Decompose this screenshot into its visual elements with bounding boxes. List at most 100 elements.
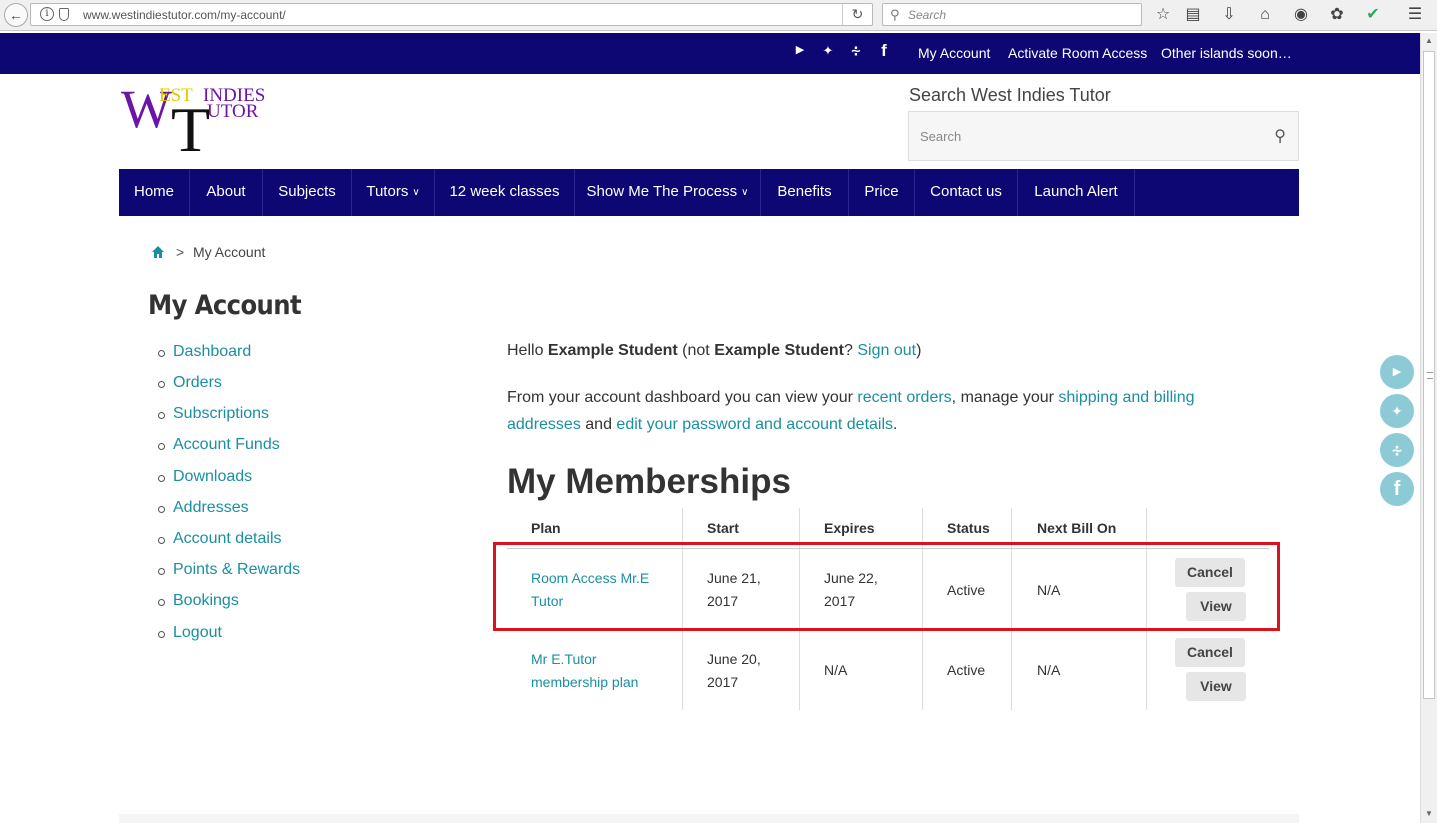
bullet (158, 568, 165, 575)
shield-icon[interactable] (59, 8, 69, 21)
plan-link-line2[interactable]: membership plan (531, 674, 638, 690)
bullet (158, 350, 165, 357)
user-name-alt: Example Student (714, 342, 844, 359)
intro-text: . (893, 416, 898, 433)
reading-list-icon[interactable]: ▤ (1182, 4, 1204, 26)
twitter-icon[interactable]: ✦ (819, 43, 837, 59)
nav-tutors[interactable]: Tutors ∨ (352, 169, 435, 216)
sidebar-link[interactable]: Bookings (173, 592, 239, 610)
nav-label: 12 week classes (449, 183, 560, 200)
site-logo[interactable]: W EST INDIES T UTOR (121, 82, 271, 162)
back-arrow-icon[interactable]: ← (4, 3, 28, 27)
pocket-icon[interactable]: ◉ (1290, 4, 1312, 26)
menu-icon[interactable]: ☰ (1404, 4, 1426, 26)
home-icon[interactable] (151, 245, 165, 259)
nav-label: Contact us (930, 183, 1002, 200)
sidebar-link[interactable]: Orders (173, 374, 222, 392)
nav-launch-alert[interactable]: Launch Alert (1018, 169, 1135, 216)
browser-search-box[interactable]: ⚲ Search (882, 3, 1142, 26)
start-line1: June 20, (707, 651, 761, 667)
sidebar-link[interactable]: Dashboard (173, 343, 251, 361)
breadcrumb-separator: > (176, 244, 185, 260)
scroll-down-icon[interactable]: ▼ (1421, 806, 1437, 822)
intro-text: , manage your (951, 389, 1059, 406)
bullet (158, 631, 165, 638)
view-button[interactable]: View (1186, 672, 1246, 701)
nav-label: Subjects (278, 183, 336, 200)
logo-letter-t: T (171, 94, 211, 165)
nav-label: Launch Alert (1034, 183, 1118, 200)
search-icon[interactable]: ⚲ (1274, 126, 1286, 146)
recent-orders-link[interactable]: recent orders (857, 389, 951, 406)
plan-link-line1[interactable]: Mr E.Tutor (531, 651, 597, 667)
nav-subjects[interactable]: Subjects (263, 169, 352, 216)
toplink-activate-room-access[interactable]: Activate Room Access (1008, 45, 1147, 61)
nav-benefits[interactable]: Benefits (761, 169, 849, 216)
sidebar-link[interactable]: Account details (173, 530, 282, 548)
nav-label: Home (133, 183, 174, 200)
column-header-expires: Expires (824, 520, 875, 536)
reload-icon[interactable]: ↻ (842, 4, 872, 25)
intro-text: and (580, 416, 617, 433)
bookmark-star-icon[interactable]: ☆ (1152, 4, 1174, 26)
bullet (158, 475, 165, 482)
expires-cell: N/A (824, 662, 848, 678)
facebook-icon[interactable]: f (1380, 472, 1414, 506)
site-search-input[interactable] (909, 112, 1259, 160)
sidebar-link[interactable]: Account Funds (173, 436, 280, 454)
main-nav: Home About Subjects Tutors ∨ 12 week clas… (119, 169, 1299, 216)
hello-not: (not (677, 342, 715, 359)
dashboard-intro: From your account dashboard you can view… (507, 384, 1227, 438)
column-header-next-bill: Next Bill On (1037, 520, 1117, 536)
sidebar-link[interactable]: Addresses (173, 499, 249, 517)
sidebar-link[interactable]: Points & Rewards (173, 561, 300, 579)
page-scrollbar[interactable]: ▲ ▼ (1420, 33, 1437, 823)
scroll-up-icon[interactable]: ▲ (1421, 33, 1437, 49)
nav-about[interactable]: About (190, 169, 263, 216)
plan-cell[interactable]: Mr E.Tutor membership plan (531, 648, 638, 694)
info-icon[interactable]: i (40, 7, 54, 21)
facebook-icon[interactable]: f (875, 41, 893, 61)
nav-home[interactable]: Home (119, 169, 190, 216)
twitter-icon[interactable]: ✦ (1380, 394, 1414, 428)
sidebar-link[interactable]: Subscriptions (173, 405, 269, 423)
bullet (158, 537, 165, 544)
hello-prefix: Hello (507, 342, 548, 359)
next-bill-cell: N/A (1037, 662, 1061, 678)
sidebar-link[interactable]: Logout (173, 624, 222, 642)
home-icon[interactable]: ⌂ (1254, 4, 1276, 26)
toplink-other-islands[interactable]: Other islands soon… (1161, 45, 1292, 61)
nav-label: Benefits (777, 183, 832, 200)
hello-question: ? (844, 342, 858, 359)
page-title: My Account (148, 290, 302, 321)
bullet (158, 443, 165, 450)
toplink-my-account[interactable]: My Account (918, 45, 990, 61)
intro-text: From your account dashboard you can view… (507, 389, 858, 406)
nav-price[interactable]: Price (849, 169, 915, 216)
extension-icon[interactable]: ✿ (1326, 4, 1348, 26)
search-title: Search West Indies Tutor (909, 85, 1111, 105)
scroll-thumb[interactable] (1423, 51, 1435, 699)
nav-label: Tutors (366, 183, 409, 200)
rss-icon[interactable]: ∻ (847, 43, 865, 59)
rss-icon[interactable]: ∻ (1380, 433, 1414, 467)
cancel-button[interactable]: Cancel (1175, 638, 1245, 667)
site-topbar: ▶ ✦ ∻ f My Account Activate Room Access … (0, 33, 1420, 74)
nav-contact-us[interactable]: Contact us (915, 169, 1018, 216)
sign-out-link[interactable]: Sign out (857, 342, 916, 359)
breadcrumb-current: My Account (193, 244, 266, 260)
nav-12-week-classes[interactable]: 12 week classes (435, 169, 575, 216)
column-header-status: Status (947, 520, 990, 536)
start-cell: June 20, 2017 (707, 648, 761, 694)
youtube-icon[interactable]: ▶ (791, 43, 809, 56)
browser-toolbar: ← i www.westindiestutor.com/my-account/ … (0, 0, 1437, 31)
shield-check-icon[interactable]: ✔ (1362, 4, 1384, 26)
account-details-link[interactable]: edit your password and account details (616, 416, 893, 433)
nav-show-me-the-process[interactable]: Show Me The Process ∨ (575, 169, 761, 216)
youtube-icon[interactable]: ▶ (1380, 355, 1414, 389)
sidebar-link[interactable]: Downloads (173, 468, 252, 486)
user-name: Example Student (547, 342, 678, 359)
download-icon[interactable]: ⇩ (1218, 4, 1240, 26)
url-text[interactable]: www.westindiestutor.com/my-account/ (83, 8, 286, 22)
url-bar[interactable]: i www.westindiestutor.com/my-account/ ↻ (30, 3, 873, 26)
